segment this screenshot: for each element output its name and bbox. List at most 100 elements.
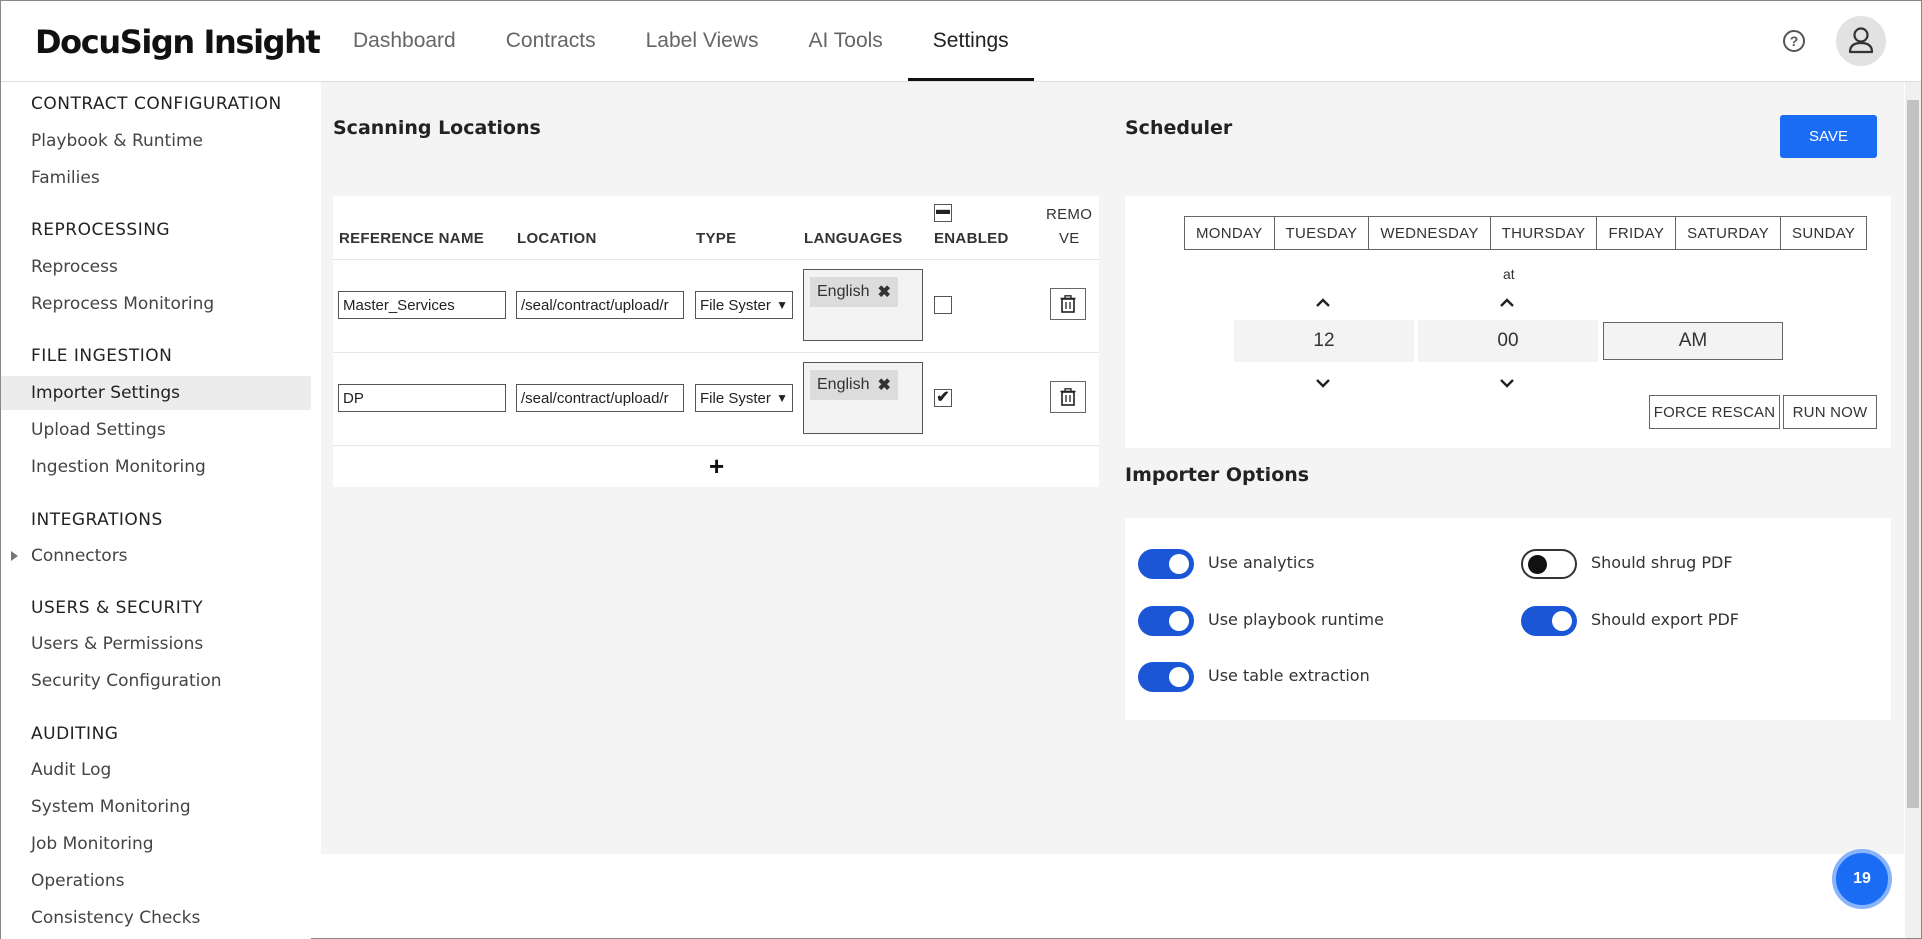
sidebar-item-operations[interactable]: Operations: [1, 864, 311, 898]
row-divider: [333, 259, 1099, 260]
should-shrug-pdf-label: Should shrug PDF: [1591, 553, 1733, 572]
day-friday[interactable]: FRIDAY: [1597, 217, 1677, 249]
chevron-up-icon: [1500, 298, 1514, 307]
sidebar-item-ingestion-monitoring[interactable]: Ingestion Monitoring: [1, 450, 311, 484]
sidebar-item-reprocess[interactable]: Reprocess: [1, 250, 311, 284]
day-saturday[interactable]: SATURDAY: [1676, 217, 1782, 249]
language-chip-label: English: [817, 376, 870, 393]
col-remove-line2: VE: [1059, 230, 1080, 247]
minute-field[interactable]: 00: [1418, 320, 1598, 362]
languages-field[interactable]: English ✖: [803, 362, 923, 434]
hour-increment-button[interactable]: [1315, 295, 1331, 313]
hour-field[interactable]: 12: [1234, 320, 1414, 362]
enable-all-checkbox[interactable]: ▬: [934, 202, 952, 222]
chevron-down-icon: ▼: [776, 298, 788, 312]
main-nav: Dashboard Contracts Label Views AI Tools…: [328, 1, 1034, 81]
sidebar-item-playbook-runtime[interactable]: Playbook & Runtime: [1, 124, 311, 158]
tab-dashboard[interactable]: Dashboard: [328, 1, 481, 81]
scheduler-title: Scheduler: [1125, 117, 1233, 139]
ampm-toggle[interactable]: AM: [1603, 322, 1783, 360]
sidebar-section-reprocessing: REPROCESSING: [31, 220, 171, 240]
top-navigation-bar: DocuSign Insight Dashboard Contracts Lab…: [1, 1, 1921, 82]
sidebar-item-connectors[interactable]: Connectors: [1, 539, 311, 573]
minute-increment-button[interactable]: [1499, 295, 1515, 313]
weekday-selector: MONDAY TUESDAY WEDNESDAY THURSDAY FRIDAY…: [1184, 216, 1868, 250]
toggle-knob: [1169, 667, 1189, 687]
page-scrollbar[interactable]: [1905, 82, 1921, 938]
day-thursday[interactable]: THURSDAY: [1491, 217, 1598, 249]
hour-decrement-button[interactable]: [1315, 375, 1331, 393]
tab-ai-tools[interactable]: AI Tools: [783, 1, 907, 81]
use-table-extraction-toggle[interactable]: [1138, 662, 1194, 692]
type-select-value: File Syster: [700, 296, 771, 314]
enabled-checkbox[interactable]: ✔: [934, 389, 952, 407]
reference-name-input[interactable]: [338, 384, 506, 412]
toggle-knob: [1169, 554, 1189, 574]
sidebar-item-families[interactable]: Families: [1, 161, 311, 195]
should-shrug-pdf-toggle[interactable]: [1521, 549, 1577, 579]
delete-row-button[interactable]: [1050, 288, 1086, 320]
col-type: TYPE: [696, 230, 737, 247]
location-input[interactable]: [516, 384, 684, 412]
user-avatar[interactable]: [1836, 16, 1886, 66]
day-monday[interactable]: MONDAY: [1185, 217, 1275, 249]
type-select[interactable]: File Syster ▼: [695, 291, 793, 319]
at-label: at: [1503, 266, 1515, 282]
row-divider: [333, 445, 1099, 446]
col-remove-line1: REMO: [1046, 206, 1093, 223]
sidebar-section-users-security: USERS & SECURITY: [31, 598, 204, 618]
use-table-extraction-label: Use table extraction: [1208, 666, 1370, 685]
sidebar-item-consistency-checks[interactable]: Consistency Checks: [1, 901, 311, 935]
sidebar-item-upload-settings[interactable]: Upload Settings: [1, 413, 311, 447]
sidebar-item-system-monitoring[interactable]: System Monitoring: [1, 790, 311, 824]
language-chip: English ✖: [810, 370, 898, 400]
sidebar-item-reprocess-monitoring[interactable]: Reprocess Monitoring: [1, 287, 311, 321]
day-wednesday[interactable]: WEDNESDAY: [1369, 217, 1491, 249]
sidebar-item-connectors-label: Connectors: [31, 546, 128, 566]
use-playbook-runtime-label: Use playbook runtime: [1208, 610, 1384, 629]
app-logo[interactable]: DocuSign Insight: [35, 23, 321, 61]
run-now-button[interactable]: RUN NOW: [1783, 395, 1877, 429]
use-playbook-runtime-toggle[interactable]: [1138, 606, 1194, 636]
expand-caret-icon[interactable]: [11, 551, 18, 561]
add-location-button[interactable]: +: [709, 451, 724, 482]
col-reference-name: REFERENCE NAME: [339, 230, 485, 247]
settings-sidebar: CONTRACT CONFIGURATION Playbook & Runtim…: [1, 82, 311, 939]
chevron-down-icon: [1500, 379, 1514, 388]
tab-contracts[interactable]: Contracts: [481, 1, 621, 81]
sidebar-section-auditing: AUDITING: [31, 724, 119, 744]
enabled-checkbox[interactable]: [934, 296, 952, 314]
languages-field[interactable]: English ✖: [803, 269, 923, 341]
sidebar-item-importer-settings[interactable]: Importer Settings: [1, 376, 311, 410]
should-export-pdf-toggle[interactable]: [1521, 606, 1577, 636]
sidebar-item-security-configuration[interactable]: Security Configuration: [1, 664, 311, 698]
use-analytics-label: Use analytics: [1208, 553, 1315, 572]
notification-badge[interactable]: 19: [1832, 849, 1892, 909]
should-export-pdf-label: Should export PDF: [1591, 610, 1739, 629]
remove-language-icon[interactable]: ✖: [877, 282, 890, 302]
force-rescan-button[interactable]: FORCE RESCAN: [1649, 395, 1780, 429]
tab-settings[interactable]: Settings: [907, 1, 1034, 81]
scrollbar-thumb[interactable]: [1907, 100, 1919, 808]
delete-row-button[interactable]: [1050, 381, 1086, 413]
sidebar-item-job-monitoring[interactable]: Job Monitoring: [1, 827, 311, 861]
toggle-knob: [1552, 611, 1572, 631]
day-sunday[interactable]: SUNDAY: [1781, 217, 1866, 249]
remove-language-icon[interactable]: ✖: [877, 375, 890, 395]
importer-options-title: Importer Options: [1125, 464, 1310, 486]
type-select[interactable]: File Syster ▼: [695, 384, 793, 412]
location-input[interactable]: [516, 291, 684, 319]
reference-name-input[interactable]: [338, 291, 506, 319]
tab-label-views[interactable]: Label Views: [621, 1, 784, 81]
use-analytics-toggle[interactable]: [1138, 549, 1194, 579]
sidebar-item-audit-log[interactable]: Audit Log: [1, 753, 311, 787]
user-icon: [1848, 27, 1874, 54]
day-tuesday[interactable]: TUESDAY: [1275, 217, 1370, 249]
sidebar-item-users-permissions[interactable]: Users & Permissions: [1, 627, 311, 661]
toggle-knob: [1528, 555, 1547, 574]
trash-icon: [1060, 388, 1076, 406]
help-icon[interactable]: ?: [1783, 30, 1805, 52]
sidebar-section-file-ingestion: FILE INGESTION: [31, 346, 173, 366]
minute-decrement-button[interactable]: [1499, 375, 1515, 393]
save-button[interactable]: SAVE: [1780, 115, 1877, 158]
